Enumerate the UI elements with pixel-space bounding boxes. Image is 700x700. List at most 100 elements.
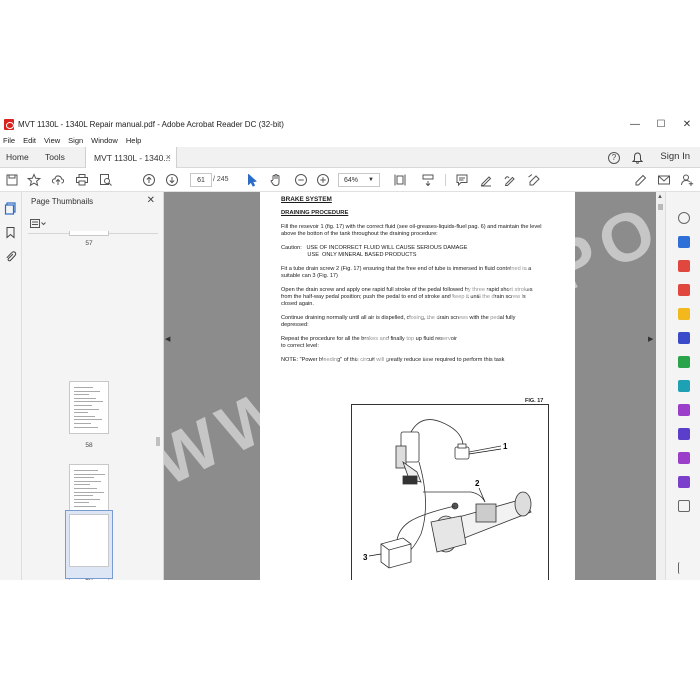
navigation-rail: [0, 192, 22, 580]
scroll-thumb[interactable]: [658, 204, 663, 210]
scroll-up-icon[interactable]: ▲: [657, 194, 663, 200]
bookmarks-icon[interactable]: [4, 226, 17, 239]
menu-view[interactable]: View: [44, 136, 60, 145]
document-scrollbar[interactable]: ▲: [656, 192, 665, 580]
tab-home[interactable]: Home: [6, 147, 29, 167]
sign-in-button[interactable]: Sign In: [660, 151, 690, 162]
brake-system-diagram: 1 2 3: [363, 419, 532, 569]
thumbnail-text-line: [74, 480, 101, 482]
thumbnail-text-line: [74, 498, 100, 500]
send-for-review-icon[interactable]: [678, 476, 690, 488]
collapse-right-panel-icon[interactable]: ▶: [648, 335, 653, 343]
panel-scrollbar[interactable]: [155, 237, 161, 577]
pdf-page: BRAKE SYSTEM DRAINING PROCEDURE Fill the…: [260, 192, 575, 580]
notifications-icon[interactable]: [632, 147, 643, 168]
print-icon[interactable]: [75, 173, 89, 187]
thumbnail-text-line: [74, 412, 88, 414]
tab-bar: Home Tools MVT 1130L - 1340... × ? Sign …: [0, 147, 700, 168]
tab-tools[interactable]: Tools: [45, 147, 65, 167]
thumbnail-options-icon[interactable]: [30, 218, 48, 229]
comment-icon[interactable]: [455, 173, 469, 187]
tab-document[interactable]: MVT 1130L - 1340... ×: [85, 147, 177, 168]
thumbnail-page-61-selected[interactable]: [65, 510, 113, 579]
scrolling-mode-icon[interactable]: [421, 173, 435, 187]
close-tab-icon[interactable]: ×: [166, 152, 171, 162]
zoom-value: 64%: [344, 176, 359, 184]
thumbnail-label: 58: [85, 442, 93, 449]
upload-cloud-icon[interactable]: [51, 173, 65, 187]
compress-pdf-icon[interactable]: [678, 380, 690, 392]
panel-title: Page Thumbnails: [31, 197, 94, 206]
organize-pages-icon[interactable]: [678, 356, 690, 368]
close-panel-icon[interactable]: ✕: [147, 195, 155, 206]
email-icon[interactable]: [657, 173, 671, 187]
thumbnail-text-line: [74, 470, 98, 471]
thumbnail-page-57[interactable]: [69, 231, 109, 236]
acrobat-logo-icon: [4, 118, 14, 130]
next-page-icon[interactable]: [165, 173, 179, 187]
protect-icon[interactable]: [678, 428, 690, 440]
thumbnail-text-line: [74, 473, 105, 475]
minimize-button[interactable]: —: [622, 115, 648, 133]
note-paragraph: NOTE: "Power bleeding" of this circuit w…: [281, 357, 505, 363]
menu-bar: File Edit View Sign Window Help: [0, 133, 700, 147]
zoom-in-icon[interactable]: [316, 173, 330, 187]
menu-window[interactable]: Window: [91, 136, 118, 145]
edit-pdf-icon[interactable]: [634, 173, 648, 187]
find-icon[interactable]: [99, 173, 113, 187]
comment-tool-icon[interactable]: [678, 308, 690, 320]
window-controls: — ☐ ✕: [622, 115, 700, 133]
subsection-title: DRAINING PROCEDURE: [281, 210, 349, 216]
save-icon[interactable]: [5, 173, 19, 187]
thumbnail-text-line: [74, 419, 102, 421]
title-bar: MVT 1130L - 1340L Repair manual.pdf - Ad…: [0, 115, 700, 133]
callout-2: 2: [475, 479, 480, 488]
thumbnail-page-58[interactable]: [69, 381, 109, 434]
help-icon[interactable]: ?: [608, 147, 620, 168]
zoom-select[interactable]: 64% ▼: [338, 173, 380, 187]
search-tools-icon[interactable]: [678, 212, 690, 224]
bookmark-star-icon[interactable]: [27, 173, 41, 187]
create-pdf-icon[interactable]: [678, 260, 690, 272]
page-number-input[interactable]: 61: [190, 173, 212, 187]
chevron-down-icon: ▼: [368, 177, 374, 183]
combine-files-icon[interactable]: [678, 332, 690, 344]
section-title: BRAKE SYSTEM: [281, 196, 332, 203]
menu-file[interactable]: File: [3, 136, 15, 145]
thumbnail-text-line: [74, 488, 97, 489]
zoom-out-icon[interactable]: [294, 173, 308, 187]
menu-help[interactable]: Help: [126, 136, 141, 145]
fill-sign-tool-icon[interactable]: [678, 404, 690, 416]
document-canvas[interactable]: BRAKE SYSTEM DRAINING PROCEDURE Fill the…: [164, 192, 656, 580]
menu-edit[interactable]: Edit: [23, 136, 36, 145]
thumbnail-text-line: [74, 408, 99, 410]
page-fit-icon[interactable]: [393, 173, 407, 187]
thumbnail-text-line: [74, 401, 103, 403]
paragraph: Fill the resevoir 1 (fig. 17) with the c…: [281, 224, 542, 237]
menu-sign[interactable]: Sign: [68, 136, 83, 145]
thumbnail-text-line: [74, 477, 94, 479]
close-button[interactable]: ✕: [674, 115, 700, 133]
collapse-left-panel-icon[interactable]: ◀: [165, 335, 170, 343]
draw-icon[interactable]: [503, 173, 517, 187]
previous-page-icon[interactable]: [142, 173, 156, 187]
callout-1: 1: [503, 442, 508, 451]
acrobat-window: MVT 1130L - 1340L Repair manual.pdf - Ad…: [0, 115, 700, 580]
edit-pdf-tool-icon[interactable]: [678, 284, 690, 296]
request-signature-icon[interactable]: [678, 452, 690, 464]
highlight-pen-icon[interactable]: [479, 173, 493, 187]
share-user-icon[interactable]: [680, 173, 694, 187]
thumbnail-text-line: [74, 387, 93, 388]
select-cursor-icon[interactable]: [245, 173, 259, 187]
collapse-tools-icon[interactable]: [678, 562, 690, 574]
more-tools-icon[interactable]: [678, 500, 690, 512]
thumbnail-text-line: [74, 423, 91, 424]
fill-sign-icon[interactable]: [527, 173, 541, 187]
scroll-thumb[interactable]: [156, 437, 160, 446]
page-text: BRAKE SYSTEM DRAINING PROCEDURE Fill the…: [281, 196, 543, 364]
maximize-button[interactable]: ☐: [648, 115, 674, 133]
hand-tool-icon[interactable]: [269, 173, 283, 187]
export-pdf-icon[interactable]: [678, 236, 690, 248]
page-thumbnails-icon[interactable]: [4, 202, 17, 215]
attachments-icon[interactable]: [4, 250, 17, 263]
